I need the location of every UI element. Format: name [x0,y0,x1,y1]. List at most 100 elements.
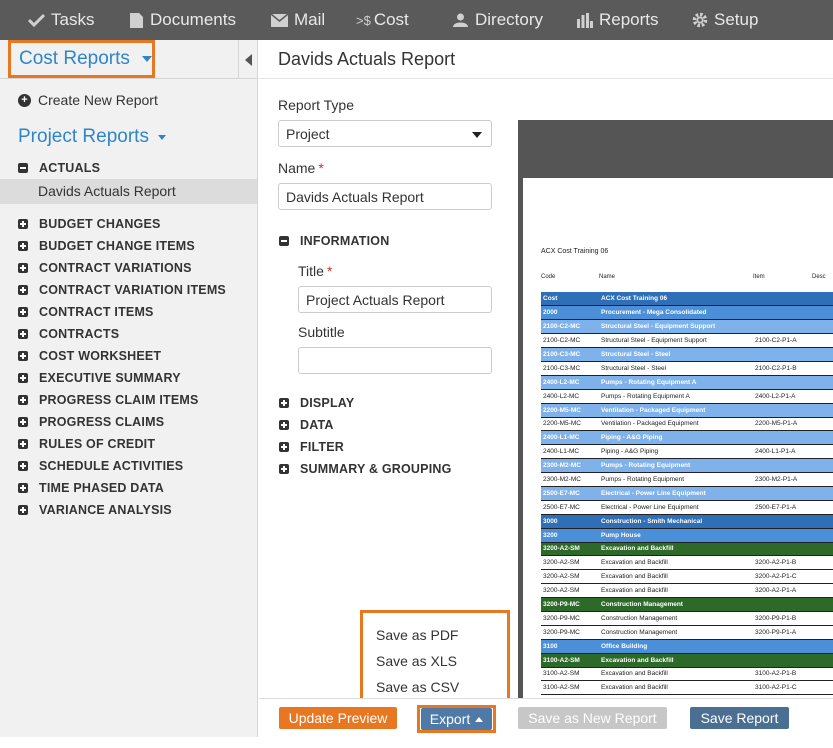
nav-setup[interactable]: Setup [692,0,758,40]
cost-reports-dropdown[interactable]: Cost Reports [8,40,155,78]
category-label: SCHEDULE ACTIVITIES [39,459,184,473]
category-label: COST WORKSHEET [39,349,162,363]
category-time-phased-data[interactable]: TIME PHASED DATA [18,481,164,495]
nav-documents[interactable]: Documents [129,0,236,40]
preview-cell-code: 2200-M5-MC [541,417,599,432]
nav-reports-label: Reports [599,10,659,29]
export-label: Export [429,711,471,727]
document-icon [130,12,143,28]
preview-cell-name: Structural Steel - Steel [599,361,753,376]
preview-cell-name: Ventilation - Packaged Equipment [599,417,753,432]
preview-cell-code: 2400-L2-MC [541,389,599,404]
preview-row: 2100-C2-MC Structural Steel - Equipment S… [541,319,833,335]
export-button[interactable]: Export [421,708,492,730]
preview-row: 2400-L1-MC Piping - A&G Piping [541,430,833,446]
preview-cell-item: 3100-A2-P1-C [753,680,833,696]
preview-cell-name: Construction Management [599,611,753,626]
nav-directory[interactable]: Directory [452,0,543,40]
preview-cell-name: Office Building [599,639,753,654]
report-type-select[interactable]: Project [278,120,492,147]
collapse-icon [279,236,289,246]
section-display[interactable]: DISPLAY [279,396,354,410]
preview-row: 2500-E7-MC Electrical - Power Line Equipm… [541,486,833,501]
preview-cell-name: Structural Steel - Equipment Support [599,333,753,349]
category-label: PROGRESS CLAIM ITEMS [39,393,199,407]
name-field[interactable]: Davids Actuals Report [278,183,492,210]
preview-row: 3200 Pump House [541,528,833,543]
preview-cell-item: 3200-P9-P1-B [753,611,833,626]
title-field[interactable]: Project Actuals Report [298,286,492,313]
preview-cell-name: Pumps - Rotating Equipment A [599,375,753,390]
report-preview[interactable]: ACX Cost Training 06 Code Name Item Desc… [518,120,833,748]
expand-icon [279,398,289,408]
section-information[interactable]: INFORMATION [279,234,389,248]
preview-cell-code: 2300-M2-MC [541,458,599,474]
preview-cell-code: 2100-C3-MC [541,347,599,362]
category-variance-analysis[interactable]: VARIANCE ANALYSIS [18,503,172,517]
sidebar-item-davids-actuals-report[interactable]: Davids Actuals Report [0,179,257,204]
preview-row: 2500-E7-MC Electrical - Power Line Equipm… [541,500,833,515]
preview-cell-name: Excavation and Backfill [599,653,753,668]
update-preview-button[interactable]: Update Preview [279,707,397,729]
section-summary-grouping[interactable]: SUMMARY & GROUPING [279,462,452,476]
preview-cell-item: 2400-L2-P1-A [753,389,833,404]
category-label: PROGRESS CLAIMS [39,415,165,429]
category-rules-of-credit[interactable]: RULES OF CREDIT [18,437,155,451]
sidebar-collapse-button[interactable] [238,40,258,79]
expand-icon [279,464,289,474]
category-budget-changes[interactable]: BUDGET CHANGES [18,217,161,231]
project-reports-dropdown[interactable]: Project Reports [18,126,166,148]
preview-row: 2200-M5-MC Ventilation - Packaged Equipme… [541,417,833,432]
cost-reports-label: Cost Reports [19,48,130,69]
category-actuals[interactable]: ACTUALS [18,161,100,175]
preview-cell-name: Construction - Smith Mechanical [599,514,753,529]
preview-row: 3100 Office Building [541,639,833,654]
save-as-csv-item[interactable]: Save as CSV [376,679,459,695]
preview-row: 2400-L1-MC Piping - A&G Piping 2400-L1-P1-… [541,444,833,460]
expand-icon [18,373,28,383]
category-contract-variation-items[interactable]: CONTRACT VARIATION ITEMS [18,283,226,297]
preview-row: 3000 Construction - Smith Mechanical [541,514,833,529]
preview-cell-code: 3100 [541,639,599,654]
preview-row: 2200-M5-MC Ventilation - Packaged Equipme… [541,403,833,418]
category-budget-change-items[interactable]: BUDGET CHANGE ITEMS [18,239,195,253]
category-progress-claims[interactable]: PROGRESS CLAIMS [18,415,164,429]
preview-row: 2300-M2-MC Pumps - Rotating Equipment 2300… [541,472,833,487]
preview-cell-item [753,653,833,668]
preview-row: 2300-M2-MC Pumps - Rotating Equipment [541,458,833,474]
title-value: Project Actuals Report [306,291,445,308]
sidebar-header: Cost Reports [0,40,257,79]
preview-cell-name: Structural Steel - Equipment Support [599,319,753,335]
category-cost-worksheet[interactable]: COST WORKSHEET [18,349,161,363]
category-contract-variations[interactable]: CONTRACT VARIATIONS [18,261,192,275]
preview-cell-code: 3100-A2-SM [541,653,599,668]
category-progress-claim-items[interactable]: PROGRESS CLAIM ITEMS [18,393,199,407]
section-data[interactable]: DATA [279,418,334,432]
required-asterisk: * [326,263,333,279]
subtitle-field[interactable] [298,347,492,374]
category-contracts[interactable]: CONTRACTS [18,327,119,341]
nav-cost[interactable]: >$ Cost [356,0,409,40]
bar-chart-icon [577,12,593,28]
nav-documents-label: Documents [150,10,236,29]
create-new-report-link[interactable]: + Create New Report [18,92,158,108]
category-label: VARIANCE ANALYSIS [39,503,172,517]
preview-cell-code: 2400-L1-MC [541,430,599,446]
section-label: FILTER [300,440,345,454]
expand-icon [18,417,28,427]
nav-reports[interactable]: Reports [577,0,659,40]
section-filter[interactable]: FILTER [279,440,344,454]
save-as-xls-item[interactable]: Save as XLS [376,653,457,669]
nav-mail[interactable]: Mail [271,0,325,40]
expand-icon [18,329,28,339]
save-report-button[interactable]: Save Report [690,707,789,729]
save-as-pdf-item[interactable]: Save as PDF [376,627,458,643]
preview-cell-item [753,639,833,654]
save-as-new-report-button[interactable]: Save as New Report [518,707,667,729]
report-type-label: Report Type [278,97,355,113]
category-schedule-activities[interactable]: SCHEDULE ACTIVITIES [18,459,183,473]
preview-col-name: Name [599,274,616,280]
category-contract-items[interactable]: CONTRACT ITEMS [18,305,154,319]
category-executive-summary[interactable]: EXECUTIVE SUMMARY [18,371,181,385]
nav-tasks[interactable]: Tasks [28,0,94,40]
